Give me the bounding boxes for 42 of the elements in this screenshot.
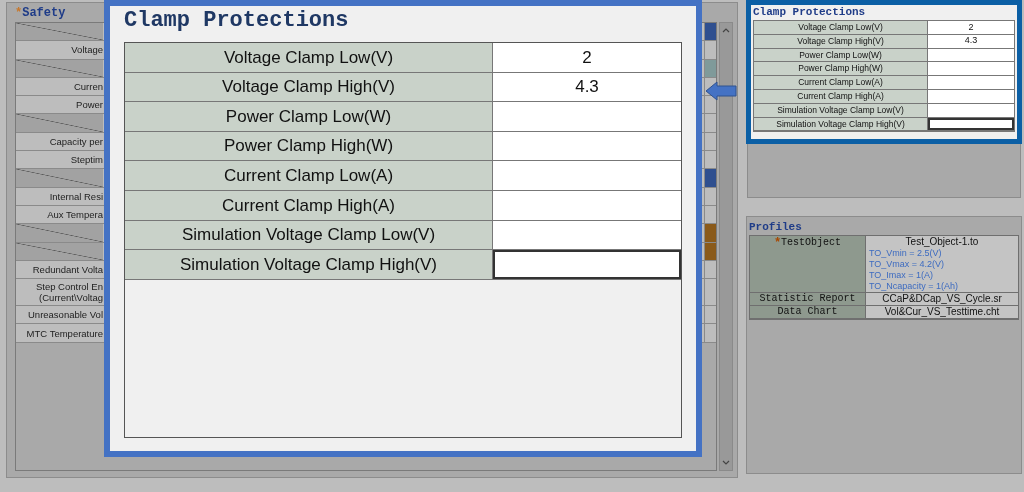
input-field[interactable]: [493, 220, 681, 250]
table-cell: Power Clamp High(W): [754, 62, 928, 76]
input-field[interactable]: [493, 190, 681, 220]
table-cell: Simulation Voltage Clamp Low(V): [125, 220, 493, 250]
table-cell: Voltage Clamp High(V): [125, 72, 493, 102]
input-field[interactable]: [493, 131, 681, 161]
input-field[interactable]: [493, 161, 681, 190]
table-cell: TestObject: [781, 237, 842, 249]
scrollbar[interactable]: [719, 22, 733, 471]
input-field[interactable]: [928, 76, 1014, 89]
table-cell: Current Clamp Low(A): [754, 76, 928, 89]
input-field[interactable]: [493, 102, 681, 131]
table-cell: Voltage Clamp Low(V): [125, 43, 493, 72]
input-field[interactable]: [928, 62, 1014, 76]
table-cell-text: CCaP&DCap_VS_Cycle.sr: [881, 293, 1003, 305]
panel-title: Clamp Protections: [753, 5, 867, 20]
table-cell-text: Vol&Cur_VS_Testtime.cht: [883, 306, 1001, 318]
modified-marker: *: [773, 237, 782, 249]
table-cell: Power Clamp Low(W): [125, 102, 493, 131]
detail-text: TO_Imax = 1(A): [868, 270, 935, 281]
table-cell-text: Test_Object-1.to: [904, 236, 980, 248]
detail-text: TO_Vmax = 4.2(V): [868, 259, 946, 270]
arrow-left-icon: [705, 81, 737, 101]
table-cell: Power Clamp High(W): [125, 131, 493, 161]
table-cell: Current Clamp Low(A): [125, 161, 493, 190]
modified-marker: *: [15, 4, 23, 22]
input-field[interactable]: 4.3: [493, 72, 681, 102]
input-field[interactable]: 2: [493, 43, 681, 72]
input-field[interactable]: [493, 250, 681, 279]
scroll-up-icon[interactable]: [722, 27, 730, 33]
scroll-down-icon[interactable]: [722, 460, 730, 466]
panel-title: Clamp Protections: [124, 7, 350, 35]
table-cell: Voltage Clamp Low(V): [754, 21, 928, 34]
input-field[interactable]: 2: [928, 21, 1014, 34]
table-cell: Current Clamp High(A): [125, 190, 493, 220]
table-cell: Simulation Voltage Clamp High(V): [125, 250, 493, 279]
panel-title: Profiles: [749, 220, 803, 235]
table-cell: Data Chart: [777, 306, 838, 318]
detail-text: TO_Ncapacity = 1(Ah): [868, 281, 960, 292]
detail-text: TO_Vmin = 2.5(V): [868, 248, 943, 259]
panel-title: Safety: [22, 4, 66, 22]
table-cell: Statistic Report: [759, 293, 856, 305]
